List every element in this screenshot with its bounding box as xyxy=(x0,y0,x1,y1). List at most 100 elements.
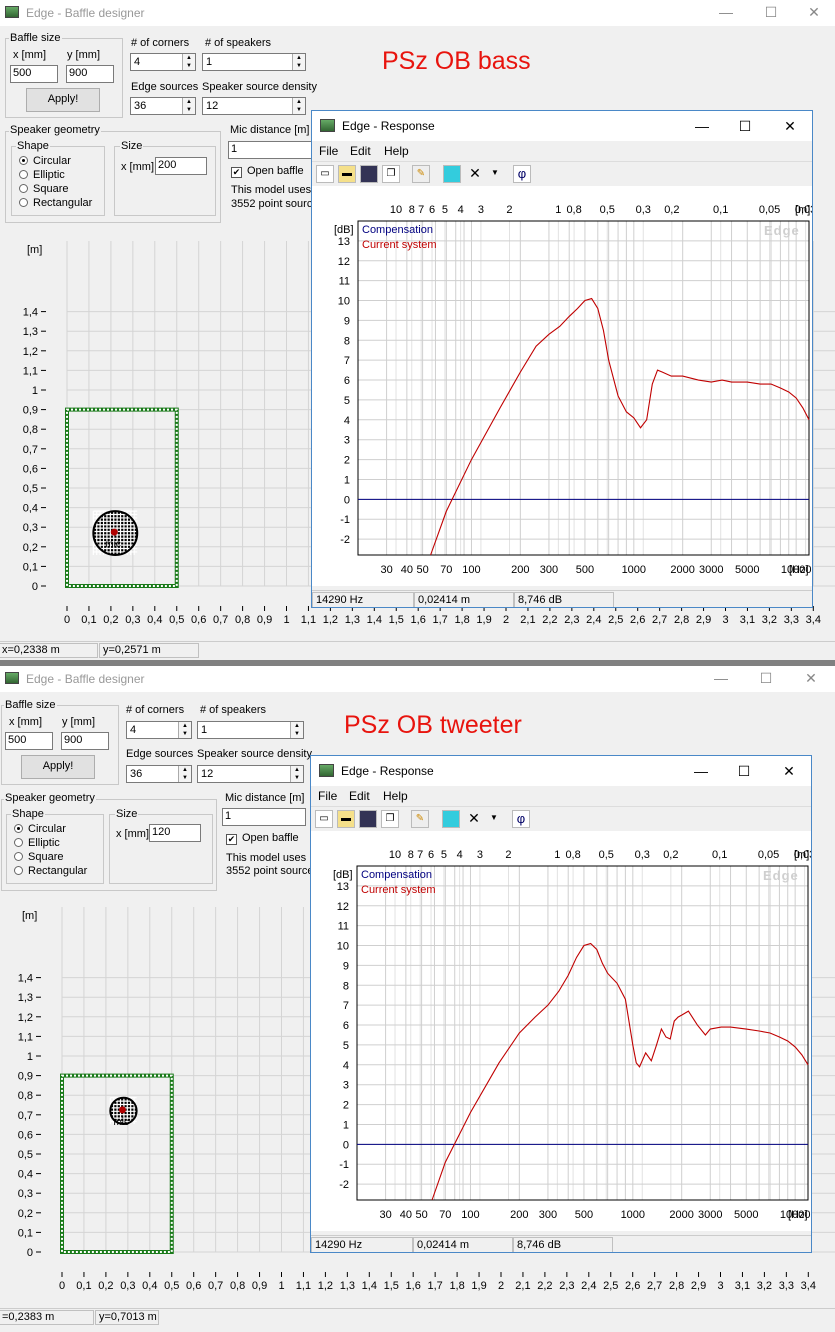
x-tick-label: 2,6 xyxy=(630,614,645,626)
source-density-spinner[interactable]: 12 ▲ ▼ xyxy=(202,97,306,115)
menu-help[interactable]: Help xyxy=(383,789,408,803)
speakers-spinner[interactable]: 1 ▲ ▼ xyxy=(197,721,304,739)
radio-elliptic[interactable]: Elliptic xyxy=(14,837,60,849)
maximize-icon[interactable]: ☐ xyxy=(752,668,780,688)
dropdown-arrow-icon[interactable]: ▼ xyxy=(485,810,503,828)
checkmark-icon: ✔ xyxy=(231,167,242,178)
open-folder-icon[interactable]: ▬ xyxy=(337,810,355,828)
response-titlebar[interactable]: Edge - Response — ☐ ✕ xyxy=(312,111,812,141)
response-chart-svg[interactable]: 10876543210,80,50,30,20,10,050,03-2-1012… xyxy=(312,186,812,586)
speaker-geometry-label: Speaker geometry xyxy=(9,124,101,136)
x-tick-label: 0,7 xyxy=(213,614,228,626)
speakers-spinner[interactable]: 1 ▲ ▼ xyxy=(202,53,306,71)
speaker-size-input[interactable]: 120 xyxy=(149,824,201,842)
open-baffle-checkbox[interactable]: ✔ Open baffle xyxy=(231,165,304,178)
copy-icon[interactable]: ❐ xyxy=(381,810,399,828)
menu-edit[interactable]: Edit xyxy=(349,789,370,803)
minimize-icon[interactable]: — xyxy=(686,760,716,782)
spin-arrows-icon[interactable]: ▲ ▼ xyxy=(292,98,305,114)
maximize-icon[interactable]: ☐ xyxy=(757,2,785,22)
close-icon[interactable]: ✕ xyxy=(774,760,804,782)
x-tick-label: 2,2 xyxy=(537,1280,552,1292)
save-icon[interactable] xyxy=(360,165,378,183)
menu-edit[interactable]: Edit xyxy=(350,144,371,158)
designer-titlebar[interactable]: Edge - Baffle designer — ☐ ✕ xyxy=(0,666,835,692)
designer-titlebar[interactable]: Edge - Baffle designer — ☐ ✕ xyxy=(0,0,835,26)
speaker-size-input[interactable]: 200 xyxy=(155,157,207,175)
radio-circular[interactable]: Circular xyxy=(14,823,66,835)
save-icon[interactable] xyxy=(359,810,377,828)
new-icon[interactable]: ▭ xyxy=(315,810,333,828)
maximize-icon[interactable]: ☐ xyxy=(730,115,760,137)
speaker-icon[interactable] xyxy=(443,165,461,183)
response-graph[interactable]: 10876543210,80,50,30,20,10,050,03-2-1012… xyxy=(311,831,811,1231)
new-icon[interactable]: ▭ xyxy=(316,165,334,183)
edge-sources-spinner[interactable]: 36 ▲ ▼ xyxy=(130,97,196,115)
wavelength-tick-label: 3 xyxy=(478,204,484,216)
spin-arrows-icon[interactable]: ▲ ▼ xyxy=(182,54,195,70)
radio-rectangular[interactable]: Rectangular xyxy=(19,197,92,209)
spin-arrows-icon[interactable]: ▲ ▼ xyxy=(178,722,191,738)
spin-arrows-icon[interactable]: ▲ ▼ xyxy=(290,722,303,738)
mic-distance-input[interactable]: 1 xyxy=(222,808,306,826)
radio-circular[interactable]: Circular xyxy=(19,155,71,167)
pencil-icon[interactable]: ✎ xyxy=(412,165,430,183)
apply-button[interactable]: Apply! xyxy=(21,755,95,779)
phase-icon[interactable]: φ xyxy=(513,165,531,183)
wavelength-tick-label: 8 xyxy=(409,204,415,216)
close-icon[interactable]: ✕ xyxy=(775,115,805,137)
y-tick-label: -1 xyxy=(340,514,350,526)
minimize-icon[interactable]: — xyxy=(687,115,717,137)
radio-elliptic[interactable]: Elliptic xyxy=(19,169,65,181)
source-density-label: Speaker source density xyxy=(202,81,317,93)
spin-arrows-icon[interactable]: ▲ ▼ xyxy=(178,766,191,782)
minimize-icon[interactable]: — xyxy=(712,2,740,22)
x-tick-label: 3,3 xyxy=(784,614,799,626)
baffle-y-input[interactable]: 900 xyxy=(61,732,109,750)
maximize-icon[interactable]: ☐ xyxy=(729,760,759,782)
wavelength-tick-label: 0,3 xyxy=(636,204,651,216)
x-tick-label: 500 xyxy=(576,564,594,576)
corners-spinner[interactable]: 4 ▲ ▼ xyxy=(130,53,196,71)
spin-arrows-icon[interactable]: ▲ ▼ xyxy=(290,766,303,782)
radio-square[interactable]: Square xyxy=(14,851,63,863)
x-tick-label: 2,7 xyxy=(647,1280,662,1292)
open-baffle-checkbox[interactable]: ✔ Open baffle xyxy=(226,832,299,845)
menu-help[interactable]: Help xyxy=(384,144,409,158)
apply-button[interactable]: Apply! xyxy=(26,88,100,112)
corners-spinner[interactable]: 4 ▲ ▼ xyxy=(126,721,192,739)
close-icon[interactable]: ✕ xyxy=(800,2,828,22)
radio-square[interactable]: Square xyxy=(19,183,68,195)
radio-rectangular[interactable]: Rectangular xyxy=(14,865,87,877)
phase-icon[interactable]: φ xyxy=(512,810,530,828)
minimize-icon[interactable]: — xyxy=(707,668,735,688)
copy-icon[interactable]: ❐ xyxy=(382,165,400,183)
response-graph[interactable]: 10876543210,80,50,30,20,10,050,03-2-1012… xyxy=(312,186,812,586)
x-tick-label: 1,7 xyxy=(428,1280,443,1292)
dropdown-arrow-icon[interactable]: ▼ xyxy=(486,165,504,183)
delete-icon[interactable]: ✕ xyxy=(466,165,484,183)
mic-distance-input[interactable]: 1 xyxy=(228,141,312,159)
response-chart-svg[interactable]: 10876543210,80,50,30,20,10,050,03-2-1012… xyxy=(311,831,811,1231)
menu-file[interactable]: File xyxy=(319,144,338,158)
open-folder-icon[interactable]: ▬ xyxy=(338,165,356,183)
speaker-icon[interactable] xyxy=(442,810,460,828)
baffle-x-input[interactable]: 500 xyxy=(10,65,58,83)
spin-arrows-icon[interactable]: ▲ ▼ xyxy=(292,54,305,70)
close-icon[interactable]: ✕ xyxy=(797,668,825,688)
baffle-x-input[interactable]: 500 xyxy=(5,732,53,750)
menu-file[interactable]: File xyxy=(318,789,337,803)
x-tick-label: 3,2 xyxy=(762,614,777,626)
source-density-spinner[interactable]: 12 ▲ ▼ xyxy=(197,765,304,783)
y-tick-label: 6 xyxy=(344,375,350,387)
spin-arrows-icon[interactable]: ▲ ▼ xyxy=(182,98,195,114)
pencil-icon[interactable]: ✎ xyxy=(411,810,429,828)
edge-sources-spinner[interactable]: 36 ▲ ▼ xyxy=(126,765,192,783)
baffle-y-input[interactable]: 900 xyxy=(66,65,114,83)
wavelength-tick-label: 2 xyxy=(505,849,511,861)
response-titlebar[interactable]: Edge - Response — ☐ ✕ xyxy=(311,756,811,786)
delete-icon[interactable]: ✕ xyxy=(465,810,483,828)
x-tick-label: 0,7 xyxy=(208,1280,223,1292)
wavelength-tick-label: 0,5 xyxy=(600,204,615,216)
mic-marker xyxy=(110,528,118,536)
